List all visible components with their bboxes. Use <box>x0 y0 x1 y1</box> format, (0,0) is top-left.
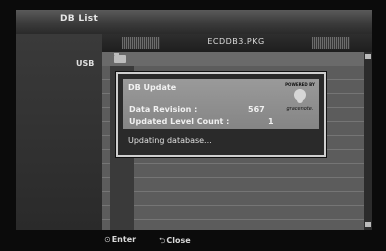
dialog-info-panel: DB Update POWERED BY gracenote. Data Rev… <box>123 79 319 129</box>
file-header-bar: ECDDB3.PKG <box>102 34 372 52</box>
footer-hints: ⊙Enter ⮌Close <box>0 230 386 251</box>
close-hint[interactable]: ⮌Close <box>159 235 191 249</box>
header-hatch-left <box>122 37 160 49</box>
gracenote-mark-icon <box>294 89 306 103</box>
logo-brand: gracenote. <box>286 106 314 112</box>
source-pane: USB <box>16 34 102 230</box>
gracenote-logo: POWERED BY gracenote. <box>283 82 317 116</box>
enter-icon: ⊙ <box>104 235 111 244</box>
header-hatch-right <box>312 37 350 49</box>
enter-hint[interactable]: ⊙Enter <box>104 235 136 244</box>
update-status: Updating database... <box>128 136 212 145</box>
updated-level-count-value: 1 <box>268 117 274 126</box>
data-revision-label: Data Revision : <box>129 105 198 114</box>
db-update-dialog: DB Update POWERED BY gracenote. Data Rev… <box>116 72 326 157</box>
dialog-title: DB Update <box>128 83 177 92</box>
enter-label: Enter <box>111 235 137 244</box>
db-list-screen: DB List USB ECDDB3.PKG DB Update POWERED… <box>0 0 386 251</box>
folder-icon <box>114 53 126 63</box>
title-bar: DB List <box>16 10 372 34</box>
source-usb[interactable]: USB <box>76 59 94 68</box>
scroll-up-icon[interactable] <box>365 54 371 59</box>
updated-level-count-label: Updated Level Count : <box>129 117 230 126</box>
data-revision-value: 567 <box>248 105 265 114</box>
list-scrollbar[interactable] <box>364 52 372 230</box>
close-label: Close <box>166 236 191 245</box>
page-title: DB List <box>60 14 99 24</box>
folder-row[interactable] <box>102 52 364 66</box>
scroll-down-icon[interactable] <box>365 222 371 227</box>
return-icon: ⮌ <box>159 236 166 245</box>
logo-powered-by: POWERED BY <box>285 82 315 87</box>
file-name: ECDDB3.PKG <box>207 37 265 46</box>
